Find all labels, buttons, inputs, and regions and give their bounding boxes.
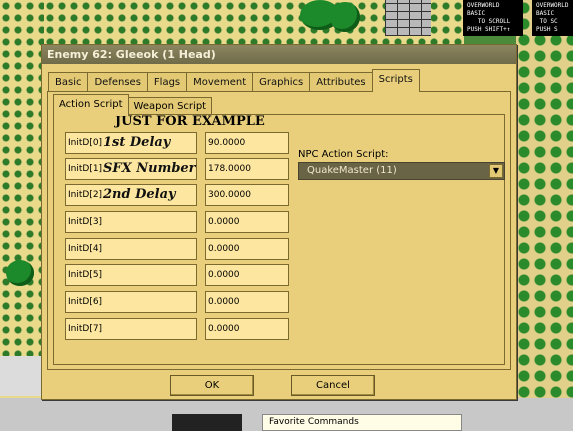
tab-attributes[interactable]: Attributes (309, 72, 373, 92)
initd-label: InitD[6] (65, 291, 197, 313)
initd-label: InitD[7] (65, 318, 197, 340)
initd-value-field[interactable]: 0.0000 (205, 264, 289, 286)
initd-note: 1st Delay (103, 135, 171, 150)
scripts-panel: Action Script Weapon Script JUST FOR EXA… (47, 91, 511, 370)
initd-label: InitD[3] (65, 211, 197, 233)
dialog-title[interactable]: Enemy 62: Gleeok (1 Head) (42, 45, 516, 64)
initd-note: 2nd Delay (103, 187, 176, 202)
tab-basic[interactable]: Basic (48, 72, 89, 92)
tab-graphics[interactable]: Graphics (252, 72, 311, 92)
ok-button[interactable]: OK (170, 375, 254, 396)
tab-scripts[interactable]: Scripts (371, 69, 420, 92)
script-subtabs: Action Script Weapon Script (53, 94, 213, 116)
npc-action-script-label: NPC Action Script: (298, 149, 389, 160)
layer-panel-fragment (0, 356, 44, 396)
initd-value-field[interactable]: 0.0000 (205, 291, 289, 313)
stone-wall-tile (385, 0, 431, 36)
initd-value-field[interactable]: 0.0000 (205, 238, 289, 260)
initd-value-field[interactable]: 0.0000 (205, 211, 289, 233)
overworld-map-right (516, 0, 573, 431)
chevron-down-icon[interactable]: ▼ (489, 164, 503, 178)
example-heading: JUST FOR EXAMPLE (115, 114, 265, 129)
initd-label: InitD[4] (65, 238, 197, 260)
main-tabs: Basic Defenses Flags Movement Graphics A… (48, 69, 420, 92)
npc-action-script-select[interactable]: QuakeMaster (11) ▼ (298, 162, 505, 180)
tab-movement[interactable]: Movement (186, 72, 254, 92)
cancel-button[interactable]: Cancel (291, 375, 375, 396)
tab-defenses[interactable]: Defenses (87, 72, 148, 92)
subtab-action-script[interactable]: Action Script (53, 94, 129, 116)
hud-panel-right: OVERWORLD BASIC TO SC PUSH S (532, 0, 573, 36)
initd-value-field[interactable]: 90.0000 (205, 132, 289, 154)
subtab-weapon-script[interactable]: Weapon Script (127, 97, 213, 115)
initd-value-field[interactable]: 178.0000 (205, 158, 289, 180)
tab-flags[interactable]: Flags (146, 72, 188, 92)
initd-value-field[interactable]: 300.0000 (205, 184, 289, 206)
enemy-editor-dialog: Enemy 62: Gleeok (1 Head) Basic Defenses… (41, 44, 517, 400)
tile-strip (172, 414, 242, 431)
initd-label: InitD[5] (65, 264, 197, 286)
initd-value-field[interactable]: 0.0000 (205, 318, 289, 340)
favorite-commands-label: Favorite Commands (262, 414, 462, 431)
npc-action-script-value: QuakeMaster (11) (307, 165, 397, 176)
tree-sprite (330, 2, 360, 32)
hud-panel-left: OVERWORLD BASIC TO SCROLL PUSH SHIFT+↑ (463, 0, 523, 36)
initd-note: SFX Number (103, 161, 196, 176)
bush-sprite (6, 260, 34, 286)
